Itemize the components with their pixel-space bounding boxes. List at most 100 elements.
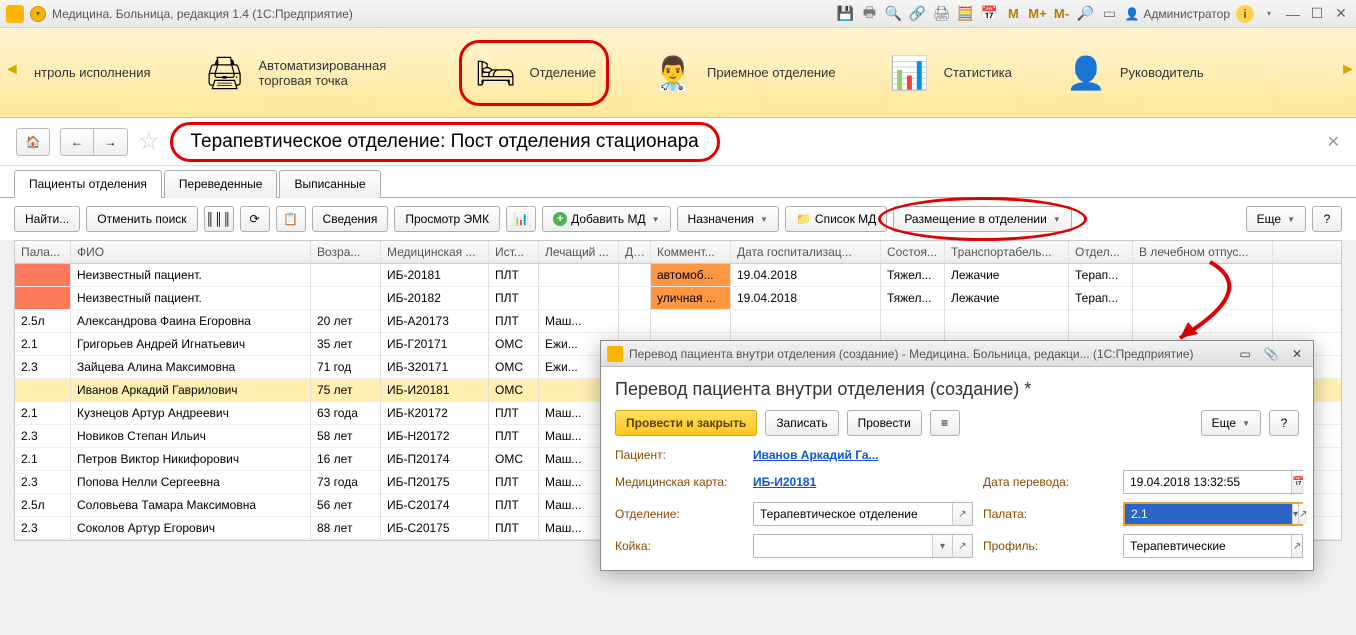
table-row[interactable]: Неизвестный пациент.ИБ-20182ПЛТуличная .…: [15, 287, 1341, 310]
dialog-help-button[interactable]: ?: [1269, 410, 1299, 436]
bed-input[interactable]: [754, 535, 932, 557]
column-header[interactable]: Медицинская ...: [381, 241, 489, 263]
m-minus-icon[interactable]: M-: [1052, 5, 1070, 23]
column-header[interactable]: Ди...: [619, 241, 651, 263]
panel-icon[interactable]: ▭: [1100, 5, 1118, 23]
profile-input[interactable]: [1124, 535, 1291, 557]
column-header[interactable]: Транспортабель...: [945, 241, 1069, 263]
cell: Неизвестный пациент.: [71, 287, 311, 309]
favorite-icon[interactable]: ☆: [138, 127, 160, 156]
post-and-close-button[interactable]: Провести и закрыть: [615, 410, 757, 436]
app-menu-dropdown[interactable]: ▾: [30, 6, 46, 22]
cancel-find-button[interactable]: Отменить поиск: [86, 206, 197, 232]
emk-button[interactable]: Просмотр ЭМК: [394, 206, 500, 232]
forward-button[interactable]: →: [94, 128, 128, 156]
save-icon[interactable]: 💾: [836, 5, 854, 23]
table-row[interactable]: 2.5лАлександрова Фаина Егоровна20 летИБ-…: [15, 310, 1341, 333]
zoom-icon[interactable]: 🔎: [1076, 5, 1094, 23]
maximize-button[interactable]: ☐: [1308, 5, 1326, 23]
column-header[interactable]: Дата госпитализац...: [731, 241, 881, 263]
print-icon[interactable]: 🖶: [860, 5, 878, 23]
bed-dropdown-icon[interactable]: ▾: [932, 535, 952, 557]
bed-open-icon[interactable]: ↗: [952, 535, 972, 557]
report-button[interactable]: 📋: [276, 206, 306, 232]
save-button[interactable]: Записать: [765, 410, 838, 436]
ribbon-item-1[interactable]: 🖨Автоматизированная торговая точка: [191, 40, 429, 106]
cell: 73 года: [311, 471, 381, 493]
more-button[interactable]: Еще▼: [1246, 206, 1306, 232]
chart-button[interactable]: 📊: [506, 206, 536, 232]
profile-field[interactable]: ↗: [1123, 534, 1303, 558]
tab-1[interactable]: Переведенные: [164, 170, 278, 198]
find-button[interactable]: Найти...: [14, 206, 80, 232]
ribbon-item-4[interactable]: 📊Статистика: [876, 40, 1022, 106]
add-md-button[interactable]: Добавить МД▼: [542, 206, 670, 232]
tab-0[interactable]: Пациенты отделения: [14, 170, 162, 198]
dialog-close-button[interactable]: ✕: [1287, 345, 1307, 363]
column-header[interactable]: Коммент...: [651, 241, 731, 263]
dept-input[interactable]: [754, 503, 952, 525]
profile-open-icon[interactable]: ↗: [1291, 535, 1302, 557]
admin-label[interactable]: 👤 Администратор: [1124, 7, 1230, 21]
ribbon-icon: 📊: [886, 49, 934, 97]
minimize-button[interactable]: —: [1284, 5, 1302, 23]
refresh-button[interactable]: ⟳: [240, 206, 270, 232]
link-icon[interactable]: 🔗: [908, 5, 926, 23]
info-icon[interactable]: i: [1236, 5, 1254, 23]
cell: [651, 310, 731, 332]
date-field[interactable]: 📅: [1123, 470, 1303, 494]
post-button[interactable]: Провести: [847, 410, 922, 436]
info-button[interactable]: Сведения: [312, 206, 389, 232]
dialog-tools-icon[interactable]: ▭: [1235, 345, 1255, 363]
cell: Тяжел...: [881, 264, 945, 286]
ward-input[interactable]: [1125, 504, 1292, 524]
ribbon-item-3[interactable]: 👨‍⚕️Приемное отделение: [639, 40, 846, 106]
column-header[interactable]: В лечебном отпус...: [1133, 241, 1273, 263]
close-button[interactable]: ✕: [1332, 5, 1350, 23]
headbar: 🏠 ← → ☆ Терапевтическое отделение: Пост …: [0, 118, 1356, 166]
ribbon-item-5[interactable]: 👤Руководитель: [1052, 40, 1214, 106]
calc-icon[interactable]: 🧮: [956, 5, 974, 23]
date-input[interactable]: [1124, 471, 1291, 493]
preview-icon[interactable]: 🔍: [884, 5, 902, 23]
column-header[interactable]: Лечащий ...: [539, 241, 619, 263]
bed-field[interactable]: ▾ ↗: [753, 534, 973, 558]
assign-button[interactable]: Назначения▼: [677, 206, 779, 232]
dialog-pin-icon[interactable]: 📎: [1261, 345, 1281, 363]
structure-button[interactable]: ≡: [930, 410, 960, 436]
table-row[interactable]: Неизвестный пациент.ИБ-20181ПЛТавтомоб..…: [15, 264, 1341, 287]
calendar-picker-icon[interactable]: 📅: [1291, 471, 1304, 493]
dialog-more-button[interactable]: Еще▼: [1201, 410, 1261, 436]
dept-open-icon[interactable]: ↗: [952, 503, 972, 525]
column-header[interactable]: ФИО: [71, 241, 311, 263]
placement-button[interactable]: Размещение в отделении▼: [893, 206, 1071, 232]
dept-field[interactable]: ↗: [753, 502, 973, 526]
ward-field[interactable]: ▾ ↗: [1123, 502, 1303, 526]
card-link[interactable]: ИБ-И20181: [753, 475, 973, 489]
column-header[interactable]: Пала...: [15, 241, 71, 263]
column-header[interactable]: Отдел...: [1069, 241, 1133, 263]
ribbon-item-0[interactable]: нтроль исполнения: [24, 40, 161, 106]
m-icon[interactable]: M: [1004, 5, 1022, 23]
print2-icon[interactable]: 🖨: [932, 5, 950, 23]
info-dd-icon[interactable]: ▾: [1260, 5, 1278, 23]
column-header[interactable]: Состоя...: [881, 241, 945, 263]
list-md-button[interactable]: 📁Список МД: [785, 206, 887, 232]
cell: 2.1: [15, 402, 71, 424]
patient-link[interactable]: Иванов Аркадий Га...: [753, 448, 1303, 462]
column-header[interactable]: Возра...: [311, 241, 381, 263]
column-header[interactable]: Ист...: [489, 241, 539, 263]
tab-2[interactable]: Выписанные: [279, 170, 380, 198]
ribbon-scroll-right[interactable]: ►: [1340, 61, 1352, 85]
page-close-button[interactable]: ✕: [1327, 132, 1340, 152]
ribbon-item-2[interactable]: 🛏Отделение: [459, 40, 610, 106]
ward-open-icon[interactable]: ↗: [1298, 504, 1307, 524]
m-plus-icon[interactable]: M+: [1028, 5, 1046, 23]
calendar-icon[interactable]: 📅: [980, 5, 998, 23]
home-button[interactable]: 🏠: [16, 128, 50, 156]
ribbon-scroll-left[interactable]: ◄: [4, 61, 16, 85]
help-button[interactable]: ?: [1312, 206, 1342, 232]
barcode-button[interactable]: ║║║: [204, 206, 234, 232]
back-button[interactable]: ←: [60, 128, 94, 156]
user-icon: 👤: [1124, 7, 1139, 21]
